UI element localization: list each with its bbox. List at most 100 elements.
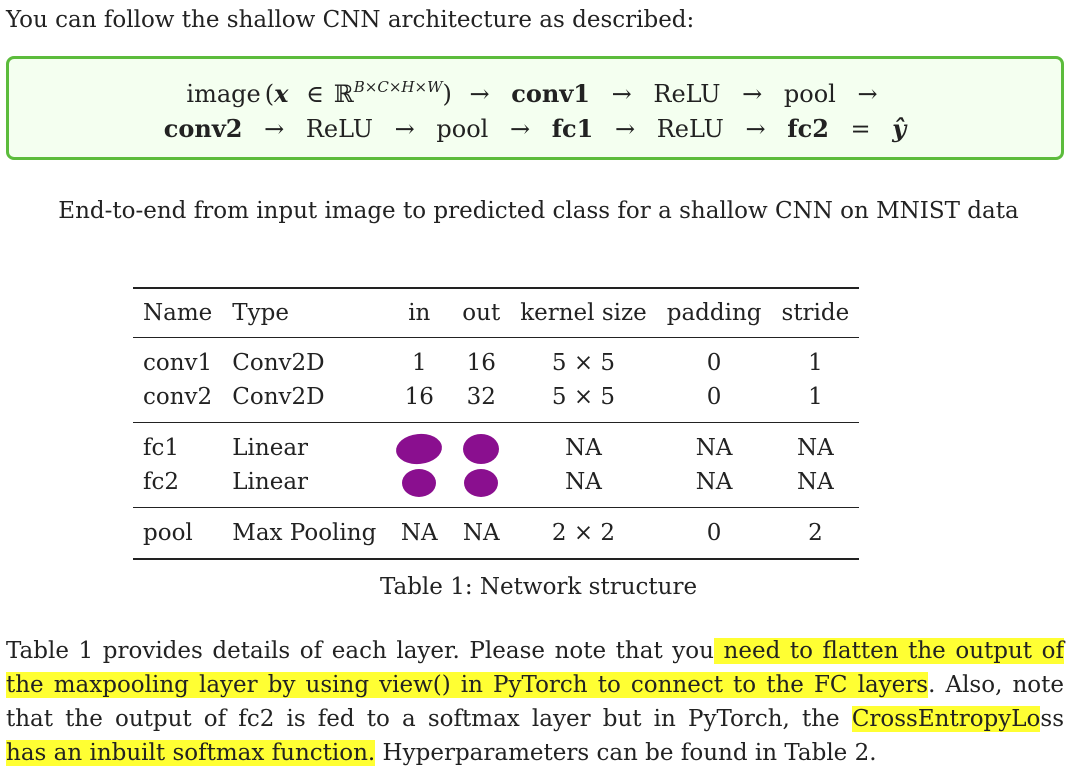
arrow: → xyxy=(469,80,490,108)
arrow: → xyxy=(264,115,285,143)
cell-type: Conv2D xyxy=(232,350,325,376)
cell-name: fc2 xyxy=(143,469,180,495)
conv1-label: conv1 xyxy=(511,79,590,108)
highlighted-text: need to flatten the output of xyxy=(713,638,1064,664)
paragraph-line: has an inbuilt softmax function. Hyperpa… xyxy=(6,736,1064,770)
cell-in: NA xyxy=(400,520,438,546)
cell-out-redacted xyxy=(452,423,510,466)
cell-kernel: 5 × 5 xyxy=(551,384,616,410)
arrow: → xyxy=(742,80,763,108)
cell-in-redacted xyxy=(386,465,452,508)
cell-stride: 2 xyxy=(808,520,823,546)
architecture-box: image (x ∈ ℝB×C×H×W) → conv1 → ReLU → pool… xyxy=(6,56,1064,160)
table-header-row: Name Type in out kernel size padding str… xyxy=(133,288,860,338)
table-row: fc1 Linear NA NA NA xyxy=(133,423,859,467)
header-out: out xyxy=(462,300,501,326)
image-label: image xyxy=(186,80,261,108)
arrow: → xyxy=(745,115,766,143)
dims-superscript: B×C×H×W xyxy=(353,78,443,96)
in-symbol: ∈ xyxy=(306,80,324,108)
cell-kernel: NA xyxy=(565,469,602,495)
cell-in: 1 xyxy=(411,350,427,376)
table-row: pool Max Pooling NA NA 2 × 2 0 2 xyxy=(133,508,859,560)
paragraph-line: that the output of fc2 is fed to a softm… xyxy=(6,702,1064,736)
fc2-label: fc2 xyxy=(787,114,829,143)
paragraph-line: the maxpooling layer by using view() in … xyxy=(6,668,1064,702)
arrow: → xyxy=(611,80,632,108)
arrow: → xyxy=(394,115,415,143)
cell-stride: NA xyxy=(797,469,834,495)
cell-name: conv2 xyxy=(143,384,213,410)
text-run: that the output of fc2 is fed to a softm… xyxy=(6,706,852,732)
pool-label: pool xyxy=(783,80,836,108)
highlighted-text: CrossEntropyLo xyxy=(851,706,1041,732)
cell-type: Linear xyxy=(232,469,309,495)
header-padding: padding xyxy=(666,300,762,326)
cell-in: 16 xyxy=(404,384,434,410)
cell-out: 16 xyxy=(466,350,496,376)
header-stride: stride xyxy=(781,300,850,326)
paragraph-line: Table 1 provides details of each layer. … xyxy=(6,634,1064,668)
highlighted-text: the maxpooling layer by using view() in … xyxy=(6,672,929,698)
reals-symbol: ℝ xyxy=(333,80,354,108)
redaction-mark xyxy=(394,431,444,467)
cell-type: Linear xyxy=(232,435,309,461)
network-structure-table: Name Type in out kernel size padding str… xyxy=(133,287,860,560)
cell-kernel: 5 × 5 xyxy=(551,350,616,376)
header-kernel-size: kernel size xyxy=(520,300,647,326)
close-paren: ) xyxy=(442,80,452,108)
table-row: conv1 Conv2D 1 16 5 × 5 0 1 xyxy=(133,338,859,381)
intro-text: You can follow the shallow CNN architect… xyxy=(6,7,695,33)
y-hat-variable: ŷ xyxy=(892,114,907,143)
cell-out-redacted xyxy=(452,465,510,508)
architecture-caption: End-to-end from input image to predicted… xyxy=(58,198,1019,224)
relu-label: ReLU xyxy=(653,80,721,108)
cell-stride: 1 xyxy=(808,350,823,376)
cell-kernel: NA xyxy=(565,435,602,461)
arrow: → xyxy=(857,80,878,108)
text-run: Hyperparameters can be found in Table 2. xyxy=(375,740,877,766)
relu-label: ReLU xyxy=(305,115,373,143)
table-row: conv2 Conv2D 16 32 5 × 5 0 1 xyxy=(133,380,859,423)
architecture-line-2: conv2 → ReLU → pool → fc1 → ReLU → fc2 =… xyxy=(9,114,1061,144)
cell-type: Conv2D xyxy=(232,384,325,410)
conv2-label: conv2 xyxy=(163,114,243,143)
cell-padding: NA xyxy=(695,469,733,495)
table-row: fc2 Linear NA NA NA xyxy=(133,465,859,508)
open-paren: ( xyxy=(264,80,275,108)
cell-type: Max Pooling xyxy=(232,520,377,546)
redaction-mark xyxy=(402,469,437,497)
arrow: → xyxy=(614,115,636,143)
text-run: . Also, note xyxy=(928,672,1064,698)
highlighted-text: has an inbuilt softmax function. xyxy=(6,740,376,766)
header-name: Name xyxy=(143,300,213,326)
pool-label: pool xyxy=(436,115,489,143)
header-in: in xyxy=(408,300,431,326)
cell-kernel: 2 × 2 xyxy=(551,520,616,546)
fc1-label: fc1 xyxy=(551,114,594,143)
header-type: Type xyxy=(232,300,289,326)
cell-in-redacted xyxy=(386,423,452,467)
relu-label: ReLU xyxy=(656,115,724,143)
cell-stride: NA xyxy=(797,435,834,461)
instructions-paragraph: Table 1 provides details of each layer. … xyxy=(6,634,1064,770)
arrow: → xyxy=(509,115,531,143)
redaction-mark xyxy=(464,469,499,497)
architecture-line-1: image (x ∈ ℝB×C×H×W) → conv1 → ReLU → pool… xyxy=(9,78,1061,112)
cell-padding: NA xyxy=(695,435,733,461)
text-run: Table 1 provides details of each layer. … xyxy=(6,638,714,664)
cell-out: NA xyxy=(462,520,500,546)
cell-padding: 0 xyxy=(706,384,722,410)
x-variable: x xyxy=(274,79,289,108)
cell-name: fc1 xyxy=(143,435,180,461)
table-caption: Table 1: Network structure xyxy=(379,574,698,600)
cell-padding: 0 xyxy=(706,350,722,376)
cell-padding: 0 xyxy=(706,520,722,546)
cell-stride: 1 xyxy=(808,384,823,410)
cell-name: conv1 xyxy=(143,350,213,376)
redaction-mark xyxy=(463,434,500,464)
equals-sign: = xyxy=(850,115,871,143)
cell-out: 32 xyxy=(466,384,496,410)
text-run: ss xyxy=(1040,706,1064,732)
cell-name: pool xyxy=(143,520,193,546)
